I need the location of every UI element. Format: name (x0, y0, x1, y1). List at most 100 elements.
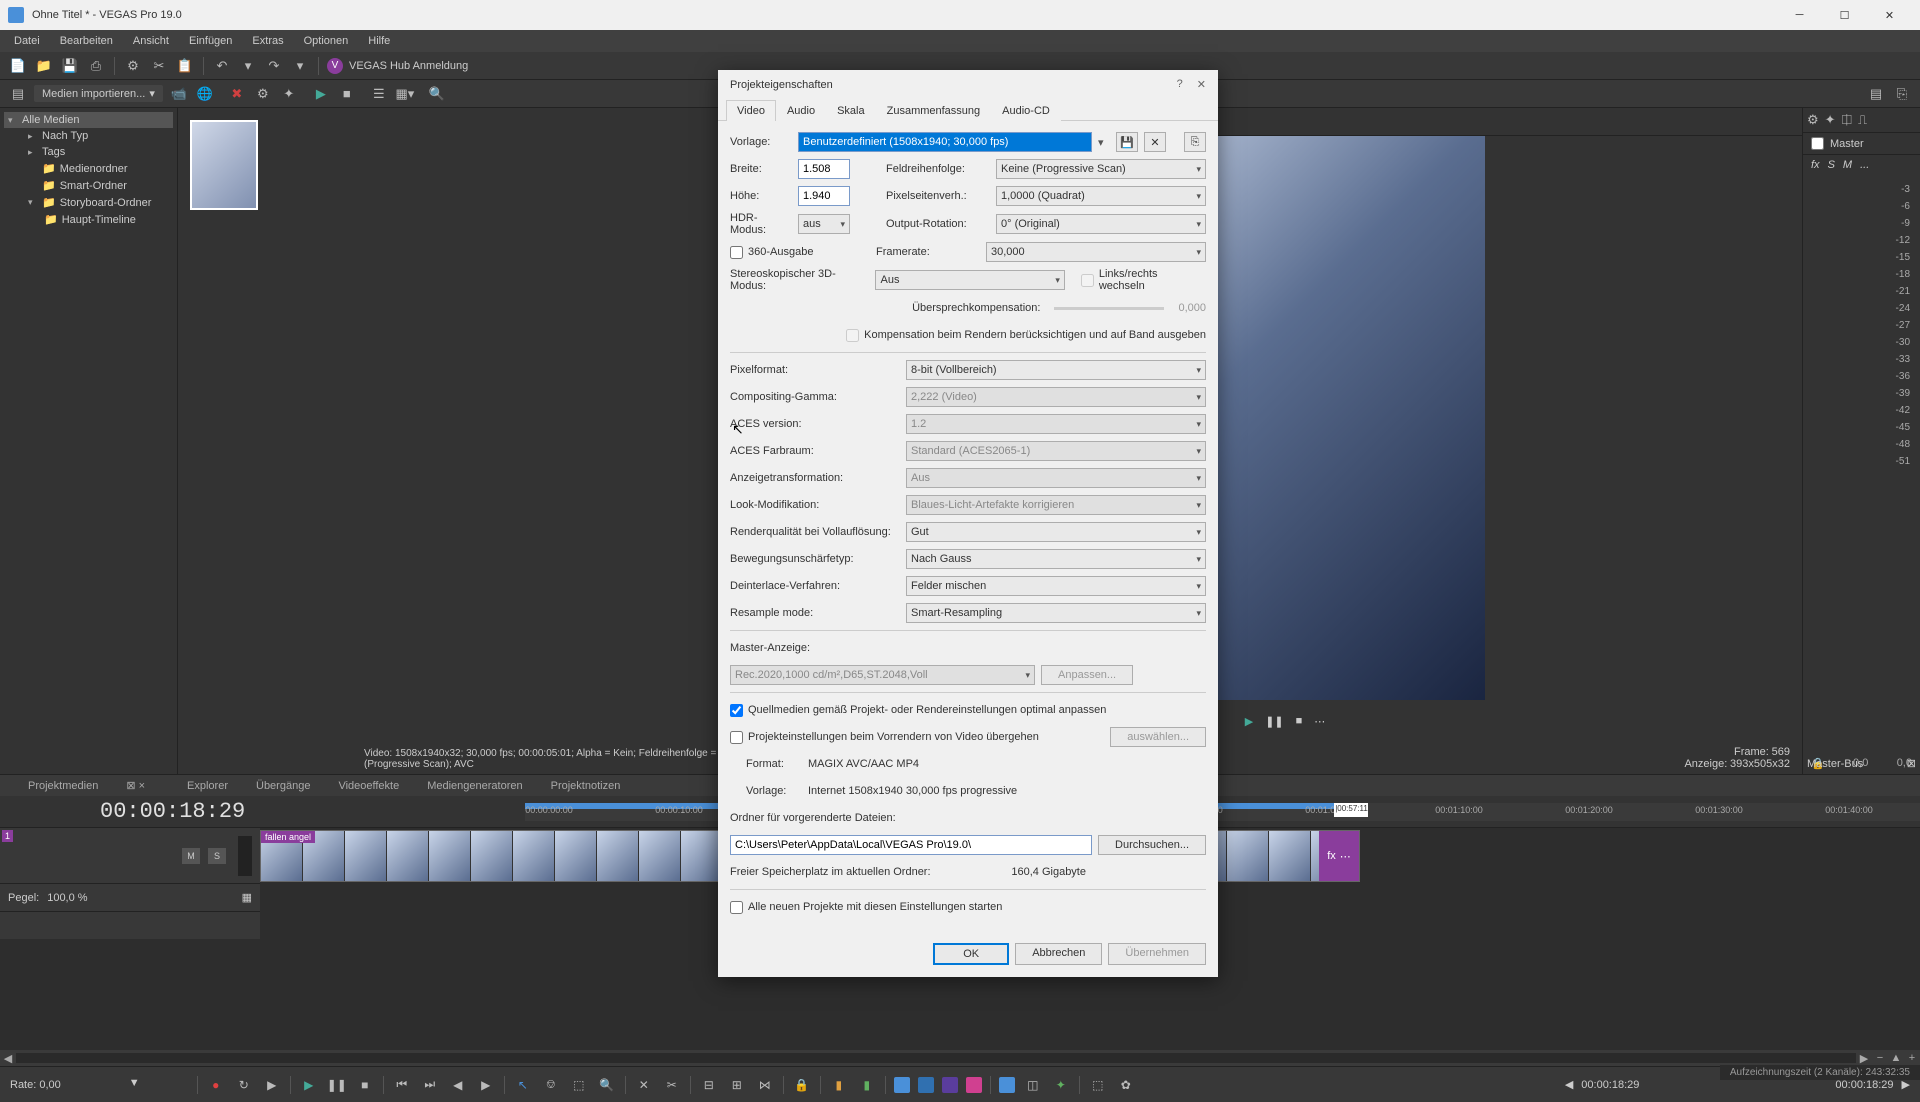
tool8-icon[interactable]: ⬚ (1088, 1075, 1108, 1095)
resample-dropdown[interactable]: Smart-Resampling (906, 603, 1206, 623)
render-icon[interactable]: ⎙ (86, 56, 106, 76)
autocut-icon[interactable]: ⊞ (727, 1075, 747, 1095)
mute-button[interactable]: M (182, 848, 200, 864)
preview-pause-icon[interactable]: ❚❚ (1265, 715, 1283, 728)
tool9-icon[interactable]: ✿ (1116, 1075, 1136, 1095)
tab-projektnotizen[interactable]: Projektnotizen (537, 777, 635, 795)
outrot-dropdown[interactable]: 0° (Original) (996, 214, 1206, 234)
new-project-icon[interactable]: 📄 (8, 56, 28, 76)
clip-fx-icon[interactable]: fx (1327, 850, 1336, 862)
save-template-icon[interactable]: 💾 (1116, 132, 1138, 152)
fx-button[interactable]: fx (1811, 159, 1820, 171)
stereo-dropdown[interactable]: Aus (875, 270, 1064, 290)
menu-optionen[interactable]: Optionen (294, 32, 359, 50)
capture-icon[interactable]: 📹 (169, 84, 189, 104)
zoom-in-icon[interactable]: + (1904, 1052, 1920, 1064)
tree-collapse-icon[interactable]: ▾ (8, 115, 18, 126)
zoom-icon[interactable]: 🔍 (597, 1075, 617, 1095)
tree-item[interactable]: 📁Medienordner (4, 160, 173, 177)
clip-more-icon[interactable]: ⋯ (1340, 850, 1351, 863)
tab-audio[interactable]: Audio (776, 100, 826, 121)
prerender-checkbox[interactable] (730, 731, 743, 744)
hub-login-link[interactable]: VEGAS Hub Anmeldung (349, 60, 468, 72)
menu-hilfe[interactable]: Hilfe (358, 32, 400, 50)
marker-icon[interactable]: ▮ (829, 1075, 849, 1095)
minimize-button[interactable]: ─ (1777, 0, 1822, 30)
tree-item[interactable]: 📁Haupt-Timeline (4, 211, 173, 228)
tool1-icon[interactable] (894, 1077, 910, 1093)
panel-menu-icon[interactable]: ▤ (8, 84, 28, 104)
crossfade-icon[interactable]: ⋈ (755, 1075, 775, 1095)
properties-icon[interactable]: ⚙ (123, 56, 143, 76)
bewegung-dropdown[interactable]: Nach Gauss (906, 549, 1206, 569)
render-dropdown[interactable]: Gut (906, 522, 1206, 542)
tab-close-icon[interactable]: ⊠ × (112, 777, 159, 795)
tree-root[interactable]: ▾ Alle Medien (4, 112, 173, 128)
timecode2[interactable]: 00:00:18:29 (1835, 1079, 1893, 1091)
alleprojekte-checkbox[interactable] (730, 901, 743, 914)
scroll-track[interactable] (16, 1053, 1856, 1063)
play-start-icon[interactable]: ▶ (262, 1075, 282, 1095)
play-icon[interactable]: ▶ (299, 1075, 319, 1095)
preview-play-icon[interactable]: ▶ (1245, 715, 1253, 728)
stop-icon[interactable]: ■ (355, 1075, 375, 1095)
dialog-titlebar[interactable]: Projekteigenschaften ? ✕ (718, 70, 1218, 99)
tool2-icon[interactable] (918, 1077, 934, 1093)
preview-more-icon[interactable]: ⋯ (1314, 715, 1325, 728)
prev-frame-icon[interactable]: ◀ (448, 1075, 468, 1095)
tab-videoeffekte[interactable]: Videoeffekte (324, 777, 413, 795)
tab-video[interactable]: Video (726, 100, 776, 121)
media-thumbnail[interactable] (190, 120, 258, 210)
remove-icon[interactable]: ✖ (227, 84, 247, 104)
open-icon[interactable]: 📁 (34, 56, 54, 76)
pause-icon[interactable]: ❚❚ (327, 1075, 347, 1095)
pixelformat-dropdown[interactable]: 8-bit (Vollbereich) (906, 360, 1206, 380)
envelope-icon[interactable]: ⎊ (541, 1075, 561, 1095)
go-start-icon[interactable]: ⏮ (392, 1075, 412, 1095)
abbrechen-button[interactable]: Abbrechen (1015, 943, 1102, 965)
tree-item[interactable]: ▾📁Storyboard-Ordner (4, 194, 173, 211)
record-icon[interactable]: ● (206, 1075, 226, 1095)
mute-button[interactable]: M (1843, 159, 1852, 171)
undo-icon[interactable]: ↶ (212, 56, 232, 76)
redo-dd-icon[interactable]: ▾ (290, 56, 310, 76)
search-icon[interactable]: 🔍 (427, 84, 447, 104)
tree-item[interactable]: ▸Nach Typ (4, 128, 173, 144)
durchsuchen-button[interactable]: Durchsuchen... (1098, 835, 1206, 855)
solo-button[interactable]: S (1828, 159, 1835, 171)
delete-icon[interactable]: ✕ (634, 1075, 654, 1095)
faders-icon[interactable]: ⎍ (1858, 112, 1867, 128)
autoview-icon[interactable]: ☰ (369, 84, 389, 104)
framerate-dropdown[interactable]: 30,000 (986, 242, 1206, 262)
hoehe-input[interactable] (798, 186, 850, 206)
close-button[interactable]: ✕ (1867, 0, 1912, 30)
match-media-icon[interactable]: ⎘ (1184, 132, 1206, 152)
tab-zusammenfassung[interactable]: Zusammenfassung (876, 100, 992, 121)
import-media-dropdown[interactable]: Medien importieren... ▾ (34, 85, 163, 102)
redo-icon[interactable]: ↷ (264, 56, 284, 76)
dim-icon[interactable]: ✦ (1825, 112, 1836, 128)
scroll-left-icon[interactable]: ◀ (0, 1052, 16, 1065)
hub-badge-icon[interactable]: V (327, 58, 343, 74)
quellmedien-checkbox[interactable] (730, 704, 743, 717)
get-media-icon[interactable]: 🌐 (195, 84, 215, 104)
zoom-out-icon[interactable]: − (1872, 1052, 1888, 1064)
vorlage-input[interactable] (798, 132, 1092, 152)
timecode-display[interactable]: 00:00:18:29 (0, 799, 265, 824)
panel-tool-icon[interactable]: ⎘ (1892, 84, 1912, 104)
help-icon[interactable]: ? (1177, 78, 1183, 91)
tab-skala[interactable]: Skala (826, 100, 876, 121)
stop-icon[interactable]: ■ (337, 84, 357, 104)
menu-datei[interactable]: Datei (4, 32, 50, 50)
bus-close-icon[interactable]: ⊠ (1907, 757, 1916, 770)
dialog-close-icon[interactable]: ✕ (1197, 78, 1206, 91)
paste-icon[interactable]: 📋 (175, 56, 195, 76)
feld-dropdown[interactable]: Keine (Progressive Scan) (996, 159, 1206, 179)
tool4-icon[interactable] (966, 1077, 982, 1093)
rate-slider-thumb[interactable]: ▼ (129, 1077, 140, 1089)
loop-icon[interactable]: ↻ (234, 1075, 254, 1095)
ordner-input[interactable] (730, 835, 1092, 855)
hdr-dropdown[interactable]: aus (798, 214, 850, 234)
menu-einfuegen[interactable]: Einfügen (179, 32, 242, 50)
solo-button[interactable]: S (208, 848, 226, 864)
